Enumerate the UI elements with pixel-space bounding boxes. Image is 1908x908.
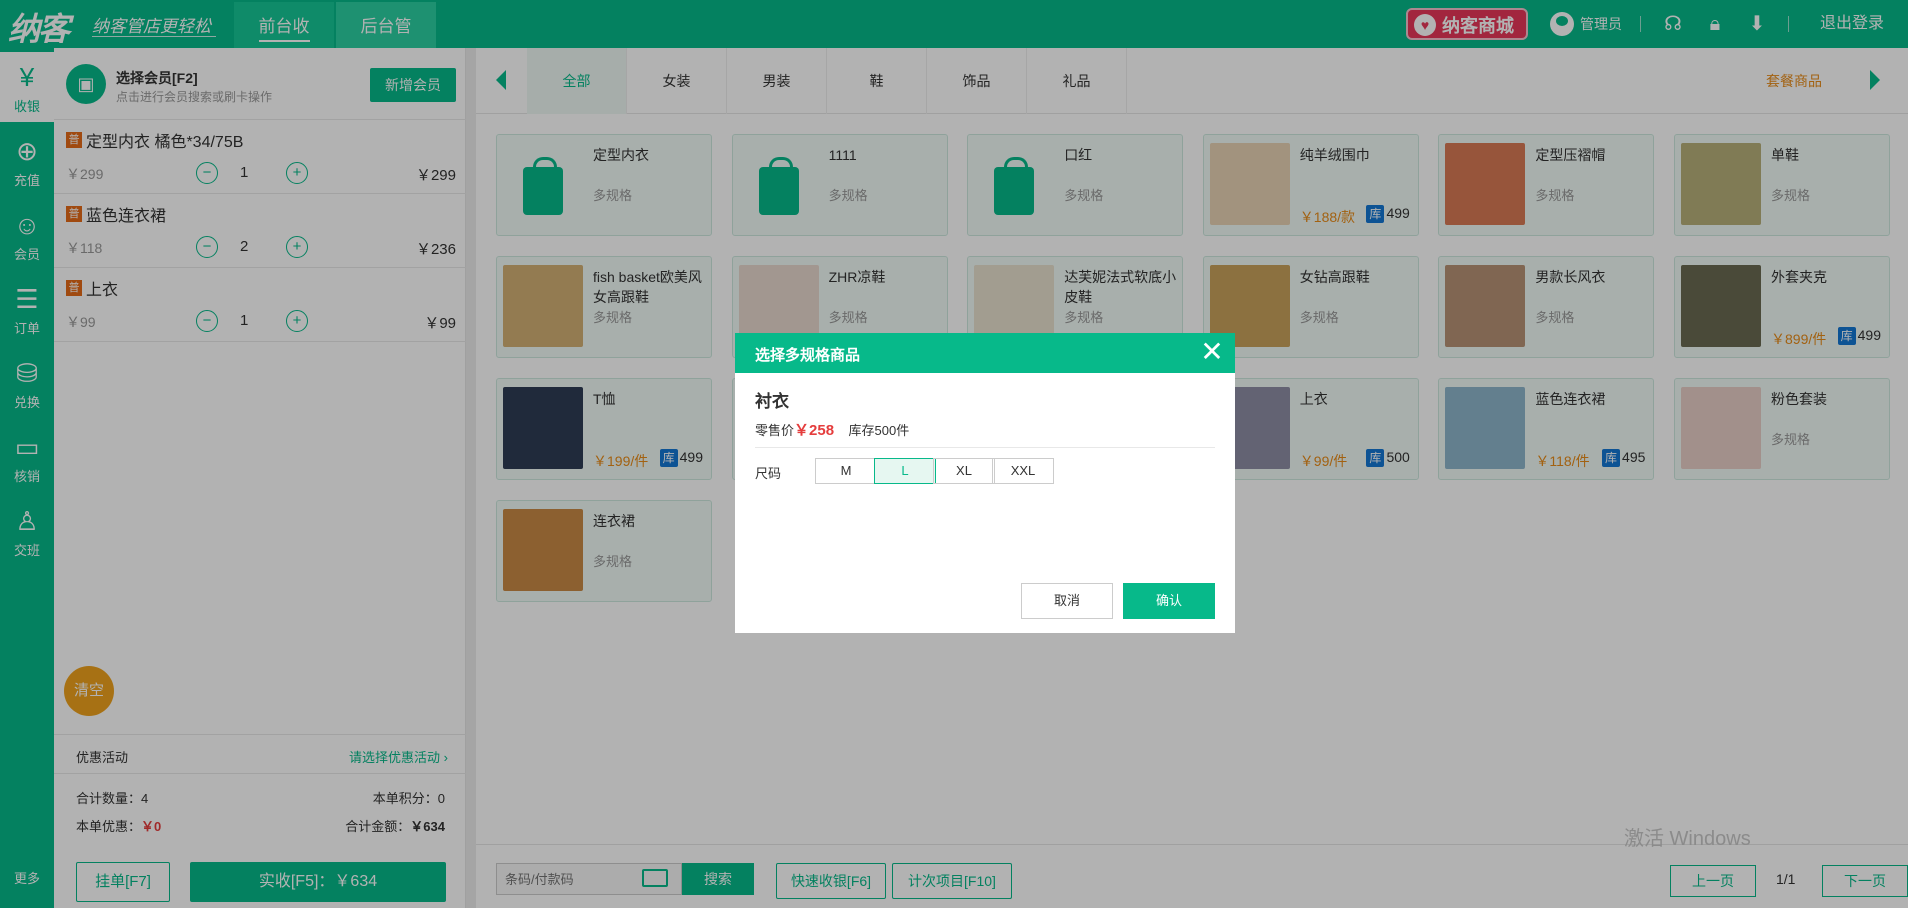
modal-title: 选择多规格商品	[755, 347, 861, 364]
cancel-button[interactable]: 取消	[1021, 583, 1113, 619]
size-label: 尺码	[755, 466, 782, 481]
size-option[interactable]: L	[874, 458, 936, 484]
size-option[interactable]: M	[815, 458, 877, 484]
size-option[interactable]: XXL	[992, 458, 1054, 484]
modal-product-name: 衬衣	[755, 392, 789, 411]
size-option[interactable]: XL	[933, 458, 995, 484]
spec-select-modal: 选择多规格商品 ✕ 衬衣 零售价￥258 库存500件 尺码 M L XL XXL 取…	[735, 333, 1235, 633]
close-icon[interactable]: ✕	[1197, 337, 1227, 367]
modal-header: 选择多规格商品 ✕	[735, 333, 1235, 373]
divider	[755, 447, 1215, 448]
modal-price-row: 零售价￥258 库存500件	[755, 422, 910, 439]
confirm-button[interactable]: 确认	[1123, 583, 1215, 619]
